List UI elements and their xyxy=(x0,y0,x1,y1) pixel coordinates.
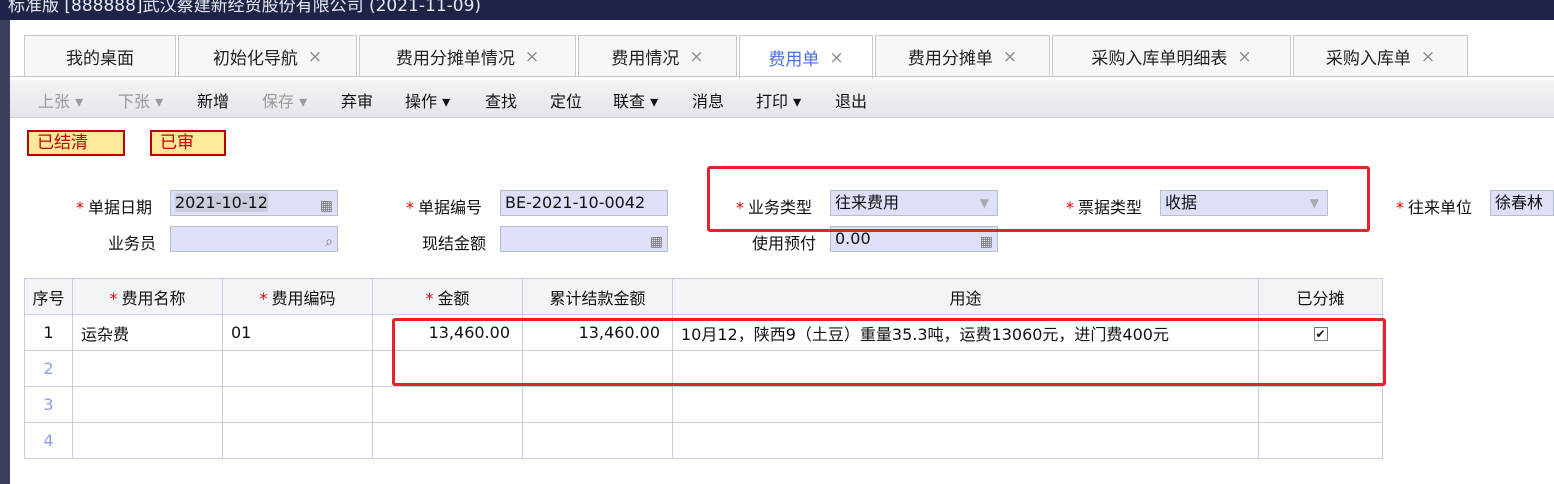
window-title: 标准版 [888888]武汉蔡建新经贸股份有限公司 (2021-11-09) xyxy=(8,0,482,16)
partner-label: * 往来单位 xyxy=(1396,198,1473,217)
cash-amount-label: 现结金额 xyxy=(422,234,487,253)
tab-purchase-doc[interactable]: 采购入库单 × xyxy=(1293,35,1468,77)
row-seq: 4 xyxy=(24,422,73,459)
doc-date-field[interactable]: 2021-10-12 ▦ xyxy=(170,190,338,216)
calculator-icon[interactable]: ▦ xyxy=(980,230,993,251)
col-settled: 累计结款金额 xyxy=(522,278,673,315)
link-button[interactable]: 联查 ▾ xyxy=(613,88,658,112)
locate-button[interactable]: 定位 xyxy=(550,88,582,112)
tab-expense-alloc-doc[interactable]: 费用分摊单 × xyxy=(875,35,1050,77)
unapprove-button[interactable]: 弃审 xyxy=(341,88,373,112)
cell-allocated[interactable] xyxy=(1258,422,1383,459)
row-seq: 1 xyxy=(24,314,73,351)
cell-name[interactable] xyxy=(72,386,223,423)
prev-button[interactable]: 上张 ▾ xyxy=(38,88,83,112)
col-seq: 序号 xyxy=(24,278,73,315)
toolbar: 上张 ▾ 下张 ▾ 新增 保存 ▾ 弃审 操作 ▾ 查找 定位 联查 ▾ 消息 … xyxy=(10,80,1554,118)
main-panel: 我的桌面 初始化导航 × 费用分摊单情况 × 费用情况 × 费用单 × 费用分摊… xyxy=(10,20,1554,484)
tab-underline xyxy=(10,76,1554,77)
cell-name[interactable]: 运杂费 xyxy=(72,314,223,351)
form-area: 已结清 已审 * 单据日期 2021-10-12 ▦ * 单据编号 BE-2021-… xyxy=(10,118,1554,278)
doc-no-field[interactable]: BE-2021-10-0042 xyxy=(500,190,668,216)
salesman-label: 业务员 xyxy=(108,234,157,253)
close-icon[interactable]: × xyxy=(829,48,843,68)
tab-label: 初始化导航 xyxy=(212,49,298,69)
print-button[interactable]: 打印 ▾ xyxy=(756,88,801,112)
cell-code[interactable]: 01 xyxy=(222,314,373,351)
table-row[interactable]: 3 xyxy=(24,386,1383,423)
doc-no-label: * 单据编号 xyxy=(406,198,483,217)
tab-expense-alloc-status[interactable]: 费用分摊单情况 × xyxy=(359,35,576,77)
cell-settled xyxy=(522,386,673,423)
cell-settled xyxy=(522,422,673,459)
tab-purchase-detail[interactable]: 采购入库单明细表 × xyxy=(1052,35,1291,77)
partner-field[interactable]: 徐春林 xyxy=(1490,190,1554,216)
calendar-icon[interactable]: ▦ xyxy=(320,194,333,215)
cell-code[interactable] xyxy=(222,422,373,459)
row-seq: 2 xyxy=(24,350,73,387)
table-row[interactable]: 4 xyxy=(24,422,1383,459)
col-purpose: 用途 xyxy=(672,278,1259,315)
cell-amount[interactable] xyxy=(372,422,523,459)
next-button[interactable]: 下张 ▾ xyxy=(118,88,163,112)
left-strip xyxy=(0,20,10,484)
tab-label: 采购入库单 xyxy=(1325,49,1411,69)
find-button[interactable]: 查找 xyxy=(485,88,517,112)
close-icon[interactable]: × xyxy=(1421,47,1435,67)
cell-purpose[interactable] xyxy=(672,386,1259,423)
cell-amount[interactable] xyxy=(372,386,523,423)
status-badge-settled: 已结清 xyxy=(27,130,125,156)
cell-purpose[interactable] xyxy=(672,422,1259,459)
col-allocated: 已分摊 xyxy=(1258,278,1383,315)
doc-date-label: * 单据日期 xyxy=(76,198,153,217)
cell-name[interactable] xyxy=(72,422,223,459)
status-badge-approved: 已审 xyxy=(150,130,226,156)
tab-label: 采购入库单明细表 xyxy=(1091,49,1228,69)
save-button[interactable]: 保存 ▾ xyxy=(262,88,307,112)
close-icon[interactable]: × xyxy=(689,47,703,67)
salesman-field[interactable]: ⌕ xyxy=(170,226,338,252)
tab-label: 费用单 xyxy=(768,50,820,70)
search-icon[interactable]: ⌕ xyxy=(325,230,333,251)
tab-label: 费用分摊单 xyxy=(907,49,993,69)
cell-code[interactable] xyxy=(222,386,373,423)
tab-expense-status[interactable]: 费用情况 × xyxy=(578,35,737,77)
cash-amount-field[interactable]: ▦ xyxy=(500,226,668,252)
cell-name[interactable] xyxy=(72,350,223,387)
tab-label: 费用分摊单情况 xyxy=(395,49,515,69)
operate-button[interactable]: 操作 ▾ xyxy=(405,88,450,112)
highlight-box-types xyxy=(707,166,1370,232)
prepay-label: 使用预付 xyxy=(752,234,817,253)
col-name: * 费用名称 xyxy=(72,278,223,315)
cell-allocated[interactable] xyxy=(1258,386,1383,423)
window-titlebar: 标准版 [888888]武汉蔡建新经贸股份有限公司 (2021-11-09) xyxy=(0,0,1554,20)
close-icon[interactable]: × xyxy=(1003,47,1017,67)
tab-expense-doc[interactable]: 费用单 × xyxy=(739,35,873,79)
message-button[interactable]: 消息 xyxy=(692,88,724,112)
col-code: * 费用编码 xyxy=(222,278,373,315)
tab-bar: 我的桌面 初始化导航 × 费用分摊单情况 × 费用情况 × 费用单 × 费用分摊… xyxy=(10,20,1554,80)
calculator-icon[interactable]: ▦ xyxy=(650,230,663,251)
tab-init-guide[interactable]: 初始化导航 × xyxy=(178,35,357,77)
close-icon[interactable]: × xyxy=(1237,47,1251,67)
close-icon[interactable]: × xyxy=(525,47,539,67)
new-button[interactable]: 新增 xyxy=(197,88,229,112)
highlight-box-row xyxy=(392,318,1386,386)
tab-my-desktop[interactable]: 我的桌面 xyxy=(24,35,176,77)
close-icon[interactable]: × xyxy=(308,47,322,67)
tab-label: 我的桌面 xyxy=(66,49,134,69)
col-amount: * 金额 xyxy=(372,278,523,315)
exit-button[interactable]: 退出 xyxy=(835,88,867,112)
row-seq: 3 xyxy=(24,386,73,423)
tab-label: 费用情况 xyxy=(611,49,680,69)
cell-code[interactable] xyxy=(222,350,373,387)
